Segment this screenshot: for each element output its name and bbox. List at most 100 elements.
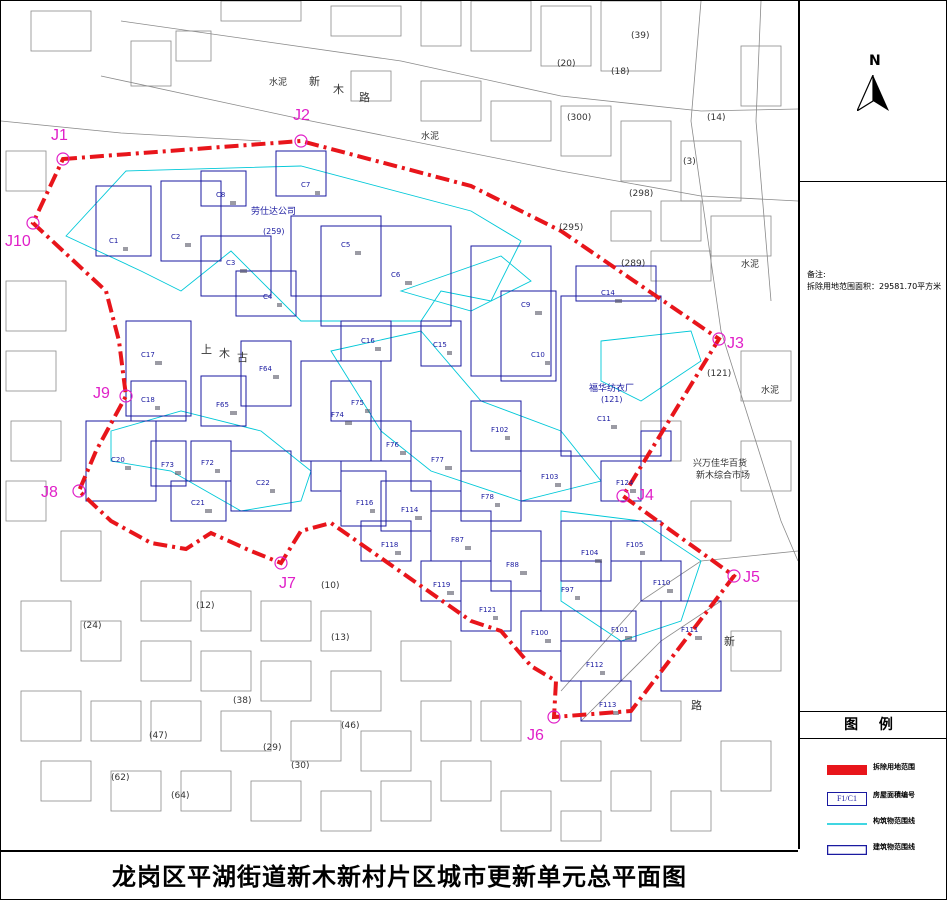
label-j3: J3: [727, 335, 744, 352]
building-code-label: C20: [111, 456, 125, 464]
parcel-mark: [495, 503, 500, 507]
building-code-label: C10: [531, 351, 545, 359]
building-code-label: F76: [386, 441, 399, 449]
building-code-label: C2: [171, 233, 181, 241]
legend-swatch-cyan-line: [827, 823, 867, 825]
parcel-mark: [205, 509, 212, 513]
parcel-mark: [375, 347, 381, 351]
building-code-label: C4: [263, 293, 273, 301]
parcel-mark: [447, 591, 454, 595]
side-panel: N 备注: 拆除用地范围面积：29581.70平方米 图 例 拆除用地范围 F1…: [799, 1, 946, 899]
building-code-label: F97: [561, 586, 574, 594]
map-area[interactable]: J1 J2 J3 J4 J5 J6 J7 J8 J9 J10 新 木 路 新 路…: [1, 1, 800, 849]
building-code-label: C1: [109, 237, 119, 245]
place-label-gu: 古: [237, 351, 248, 364]
building-code-label: F102: [491, 426, 509, 434]
market-label-2: 新木综合市场: [696, 471, 751, 481]
parcel-mark: [355, 251, 361, 255]
legend-label: 建筑物范围线: [873, 843, 915, 851]
label-j4: J4: [637, 487, 654, 504]
parcel-number: (13): [331, 633, 350, 643]
parcel-mark: [611, 425, 617, 429]
parcel-mark: [447, 351, 452, 355]
building-code-label: F105: [626, 541, 644, 549]
parcel-marks: [123, 191, 702, 715]
building-code-label: C22: [256, 479, 270, 487]
demolition-boundary[interactable]: [30, 138, 737, 720]
building-code-label: C21: [191, 499, 205, 507]
parcel-number: (3): [683, 157, 696, 167]
building-code-label: F124: [616, 479, 634, 487]
building-outlines: [85, 150, 722, 722]
legend-swatch-number: F1/C1: [827, 792, 867, 806]
factory-area-laoshida: (259): [263, 227, 285, 236]
parcel-mark: [345, 421, 352, 425]
label-j2: J2: [293, 107, 310, 124]
parcel-mark: [415, 516, 422, 520]
factory-label-fuhua: 福华纺衣厂: [589, 384, 635, 394]
legend-item-building-outline: 建筑物范围线: [799, 833, 946, 867]
building-code-label: F88: [506, 561, 519, 569]
factory-label-laoshida: 劳仕达公司: [251, 207, 297, 217]
parcel-mark: [215, 469, 220, 473]
road-north-edge: [120, 20, 798, 112]
control-point-j4: [616, 489, 630, 503]
parcel-number: (20): [557, 59, 576, 69]
building-code-label: F77: [431, 456, 444, 464]
place-label-mu: 木: [219, 347, 230, 360]
legend-label: 房屋面積编号: [873, 791, 915, 799]
parcel-number: (18): [611, 67, 630, 77]
parcel-number: (47): [149, 731, 168, 741]
parcel-mark: [613, 711, 619, 715]
parcel-mark: [575, 596, 580, 600]
road-south-edge-2: [1, 120, 262, 142]
building-code-label: F118: [381, 541, 399, 549]
legend-header: 图 例: [799, 711, 946, 739]
parcel-number: (12): [196, 601, 215, 611]
parcel-mark: [175, 471, 181, 475]
parcel-mark: [400, 451, 406, 455]
parcel-mark: [600, 671, 605, 675]
factory-area-fuhua: (121): [601, 395, 623, 404]
building-code-label: C14: [601, 289, 615, 297]
parcel-mark: [545, 639, 551, 643]
parcel-number: (46): [341, 721, 360, 731]
building-code-label: F101: [611, 626, 629, 634]
parcel-mark: [273, 375, 279, 379]
building-code-label: C3: [226, 259, 236, 267]
parcel-number: (30): [291, 761, 310, 771]
parcel-mark: [493, 616, 498, 620]
parcel-number: (295): [559, 223, 584, 233]
road-label-lu: 路: [359, 91, 370, 104]
building-code-label: F78: [481, 493, 494, 501]
building-code-label: F64: [259, 365, 272, 373]
parcel-mark: [125, 466, 131, 470]
parcel-number: (300): [567, 113, 592, 123]
remarks-box: 备注: 拆除用地范围面积：29581.70平方米: [799, 181, 946, 711]
road-surface-label-1: 水泥: [421, 132, 440, 142]
parcel-mark: [615, 299, 622, 303]
building-code-label: F100: [531, 629, 549, 637]
label-j6: J6: [527, 727, 544, 744]
parcel-mark: [545, 361, 550, 365]
road-label-xin-south: 新: [724, 635, 735, 648]
parcel-mark: [625, 636, 632, 640]
building-code-label: F111: [681, 626, 699, 634]
parcel-number: (29): [263, 743, 282, 753]
label-j7: J7: [279, 575, 296, 592]
north-arrow-icon: [857, 75, 889, 111]
parcel-mark: [405, 281, 412, 285]
north-label: N: [869, 53, 881, 69]
parcel-mark: [535, 311, 542, 315]
parcel-number: (14): [707, 113, 726, 123]
building-code-label: F104: [581, 549, 599, 557]
parcel-number: (24): [83, 621, 102, 631]
map-sheet-frame: J1 J2 J3 J4 J5 J6 J7 J8 J9 J10 新 木 路 新 路…: [0, 0, 947, 900]
building-code-label: F121: [479, 606, 497, 614]
parcel-mark: [630, 489, 636, 493]
parcel-mark: [315, 191, 320, 195]
parcel-mark: [395, 551, 401, 555]
map-canvas: [1, 1, 798, 842]
parcel-number: (10): [321, 581, 340, 591]
parcel-mark: [555, 483, 561, 487]
